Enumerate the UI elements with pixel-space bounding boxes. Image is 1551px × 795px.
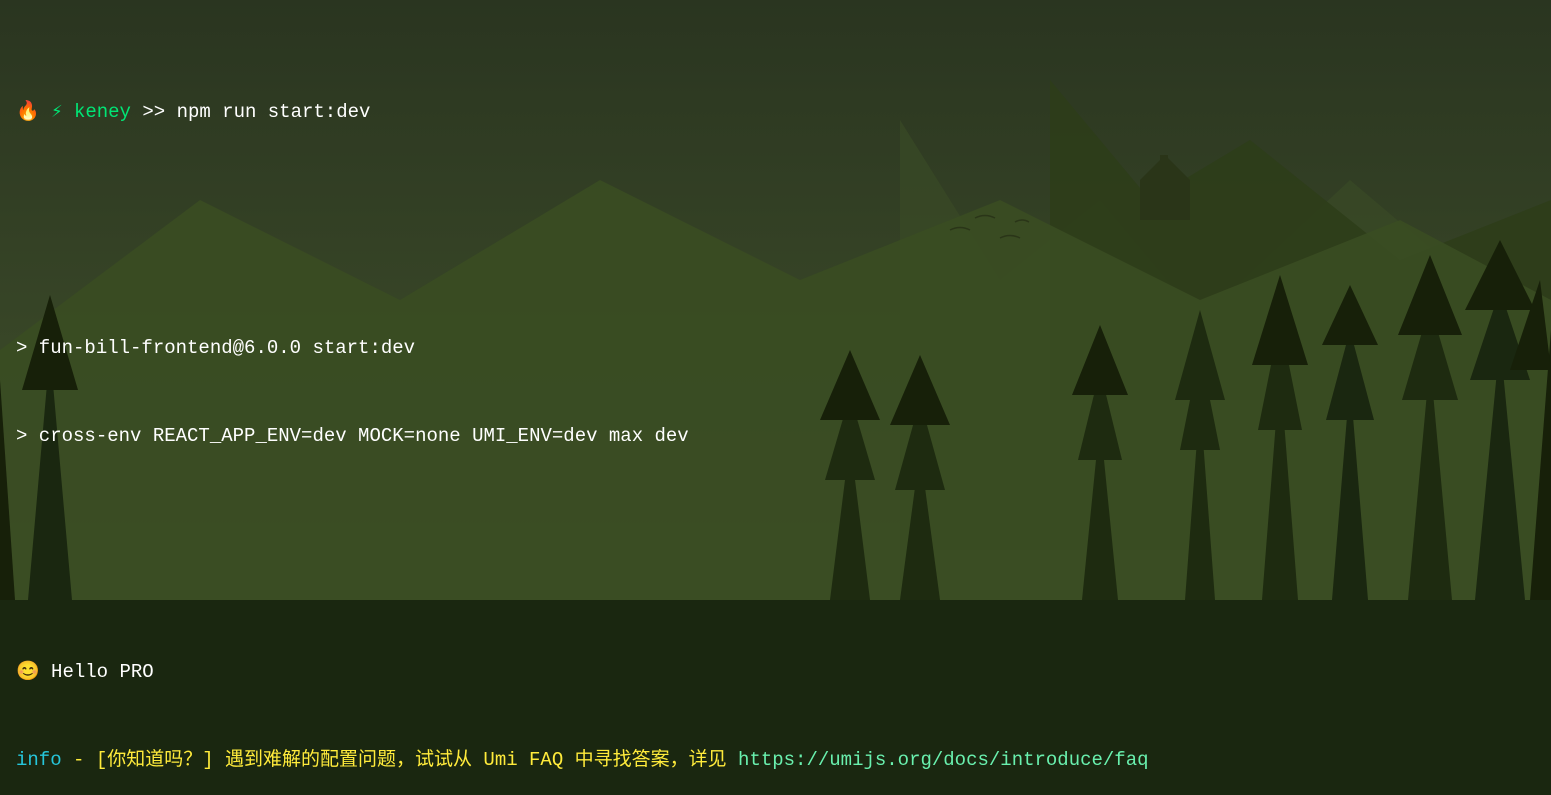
cmd-line-1: > fun-bill-frontend@6.0.0 start:dev: [16, 334, 1535, 363]
prompt-username: keney: [74, 101, 131, 123]
hello-line: 😊 Hello PRO: [16, 658, 1535, 687]
prompt-arrow: >>: [131, 101, 177, 123]
prompt-line: 🔥 ⚡ keney >> npm run start:dev: [16, 98, 1535, 127]
prompt-lightning-icon: ⚡: [51, 101, 62, 123]
prompt-fire-icon: 🔥: [16, 101, 40, 123]
blank-line-0: [16, 216, 1535, 245]
blank-line-1: [16, 540, 1535, 569]
terminal: 🔥 ⚡ keney >> npm run start:dev > fun-bil…: [0, 0, 1551, 795]
cmd-line-2: > cross-env REACT_APP_ENV=dev MOCK=none …: [16, 422, 1535, 451]
info-line-1: info - [你知道吗？] 遇到难解的配置问题，试试从 Umi FAQ 中寻找…: [16, 746, 1535, 775]
prompt-command: npm run start:dev: [177, 101, 371, 123]
